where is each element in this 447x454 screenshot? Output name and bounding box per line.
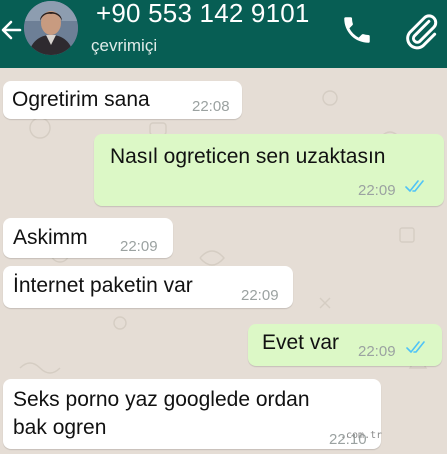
message-bubble[interactable]: Nasıl ogreticen sen uzaktasın 22:09 (94, 134, 444, 206)
message-list[interactable]: Ogretirim sana 22:08 Nasıl ogreticen sen… (0, 68, 447, 452)
message-text: Evet var (262, 331, 340, 354)
back-button[interactable] (0, 16, 24, 44)
read-receipt-icon (405, 180, 424, 192)
chat-header: +90 553 142 9101 çevrimiçi (0, 0, 447, 68)
phone-icon (344, 17, 370, 43)
message-time: 22:09 (358, 182, 396, 199)
message-time: 22:09 (358, 343, 396, 360)
message-text: Ogretirim sana (12, 88, 150, 111)
message-bubble[interactable]: İnternet paketin var 22:09 (3, 266, 293, 308)
call-button[interactable] (340, 13, 374, 47)
message-bubble[interactable]: Askimm 22:09 (3, 218, 173, 258)
attach-button[interactable] (400, 10, 442, 52)
message-text: Seks porno yaz googlede ordan bak ogren (13, 388, 310, 439)
contact-name[interactable]: +90 553 142 9101 (96, 0, 310, 29)
message-time: 22:09 (120, 238, 158, 255)
message-text: İnternet paketin var (13, 274, 193, 297)
paperclip-icon (406, 14, 438, 50)
avatar[interactable] (24, 1, 78, 55)
arrow-left-icon (1, 20, 22, 40)
avatar-photo (24, 1, 78, 55)
message-bubble[interactable]: Ogretirim sana 22:08 (3, 81, 242, 119)
read-receipt-icon (406, 341, 425, 353)
message-text: Nasıl ogreticen sen uzaktasın (110, 145, 386, 168)
message-bubble[interactable]: Seks porno yaz googlede ordan bak ogren … (3, 379, 381, 449)
message-text: Askimm (13, 226, 88, 249)
message-time: 22:09 (241, 287, 279, 304)
watermark: .com.tr (340, 430, 383, 441)
message-bubble[interactable]: Evet var 22:09 (248, 324, 442, 366)
contact-status: çevrimiçi (91, 36, 158, 55)
message-time: 22:08 (192, 98, 230, 115)
